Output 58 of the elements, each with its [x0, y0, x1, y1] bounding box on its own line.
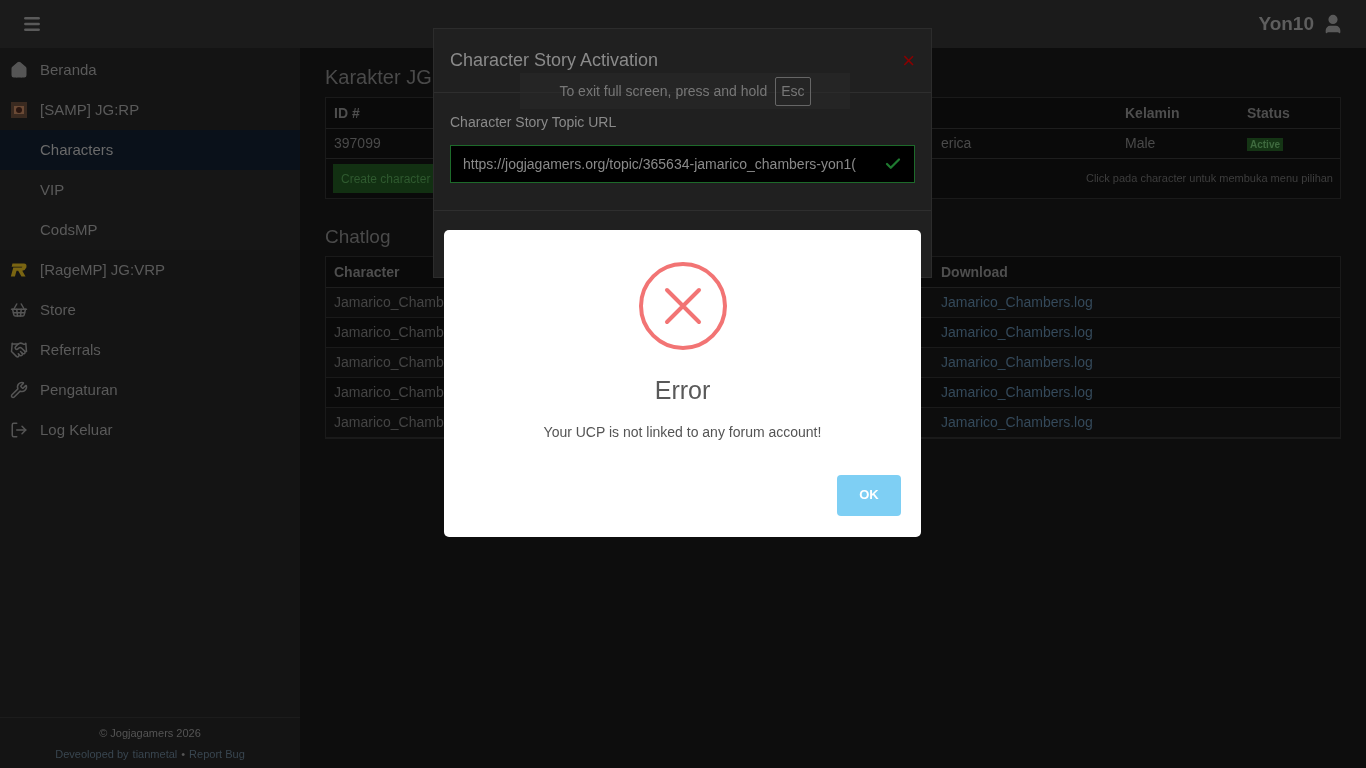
- error-icon: [638, 262, 727, 350]
- sidebar-item-label: Beranda: [40, 59, 97, 80]
- sidebar-item[interactable]: [RageMP] JG:VRP: [0, 250, 300, 290]
- sidebar-item-label: Log Keluar: [40, 419, 113, 440]
- column-header: Download: [940, 262, 1009, 282]
- sidebar-item[interactable]: Beranda: [0, 50, 300, 90]
- table-cell-text: 397099: [333, 134, 382, 153]
- field-label: Character Story Topic URL: [450, 113, 618, 132]
- column-header: Character: [333, 262, 401, 282]
- column-header: ID #: [333, 103, 361, 123]
- handshake-icon: [10, 341, 28, 359]
- wrench-icon: [10, 381, 28, 399]
- sidebar-item-label: Pengaturan: [40, 379, 118, 400]
- download-link[interactable]: Jamarico_Chambers.log: [933, 412, 1340, 433]
- download-link[interactable]: Jamarico_Chambers.log: [933, 352, 1340, 373]
- menu-icon[interactable]: [22, 14, 42, 34]
- sidebar-item[interactable]: Store: [0, 290, 300, 330]
- section-title: Chatlog: [325, 225, 391, 249]
- ok-button[interactable]: OK: [837, 474, 901, 516]
- table-cell-text: Jamarico_Chamb: [333, 383, 445, 402]
- page-title: Karakter JG: [325, 65, 432, 90]
- modal-title: Character Story Activation: [450, 49, 659, 72]
- sidebar-item-label: [SAMP] JG:RP: [40, 99, 140, 120]
- download-link[interactable]: Jamarico_Chambers.log: [933, 382, 1340, 403]
- column-header: Kelamin: [1124, 103, 1181, 123]
- sidebar-item[interactable]: [SAMP] JG:RP: [0, 90, 300, 130]
- report-bug-link[interactable]: Report Bug: [189, 745, 245, 762]
- sidebar-item[interactable]: Pengaturan: [0, 370, 300, 410]
- sidebar-item-label: Store: [40, 299, 76, 320]
- dialog-title: Error: [654, 375, 711, 406]
- download-link[interactable]: Jamarico_Chambers.log: [933, 292, 1340, 313]
- sidebar-item[interactable]: Log Keluar: [0, 410, 300, 450]
- credit-text: Deveoloped by: [55, 746, 129, 762]
- sidebar-item-label: [RageMP] JG:VRP: [40, 259, 166, 280]
- r-logo-icon: [10, 260, 28, 280]
- home-icon: [10, 61, 28, 79]
- sidebar-subitem[interactable]: VIP: [0, 170, 300, 210]
- sidebar-item-label: Referrals: [40, 339, 101, 360]
- author-link[interactable]: tianmetal: [132, 745, 178, 762]
- url-field[interactable]: https://jogjagamers.org/topic/365634-jamarico_chambers-yon1(: [450, 145, 915, 183]
- dialog-message: Your UCP is not linked to any forum account!: [543, 422, 822, 442]
- close-button[interactable]: ×: [902, 49, 915, 72]
- avatar-icon: [11, 102, 27, 118]
- esc-key: Esc: [775, 76, 811, 106]
- sidebar-subitem[interactable]: CodsMP: [0, 210, 300, 250]
- basket-icon: [10, 301, 28, 319]
- notice-text: To exit full screen, press and hold: [559, 81, 768, 101]
- table-cell-text: Jamarico_Chamb: [333, 323, 445, 342]
- download-link[interactable]: Jamarico_Chambers.log: [933, 322, 1340, 343]
- sidebar-item[interactable]: Referrals: [0, 330, 300, 370]
- table-cell-text: Male: [1124, 134, 1157, 153]
- copyright-text: © Jogjagamers 2026: [99, 726, 201, 741]
- separator-dot: •: [181, 746, 186, 762]
- table-cell-text: erica: [940, 134, 973, 153]
- logout-icon: [10, 421, 28, 439]
- sidebar-subitem[interactable]: Characters: [0, 130, 300, 170]
- user-name[interactable]: Yon10: [1258, 9, 1314, 39]
- column-header: Status: [1246, 103, 1291, 123]
